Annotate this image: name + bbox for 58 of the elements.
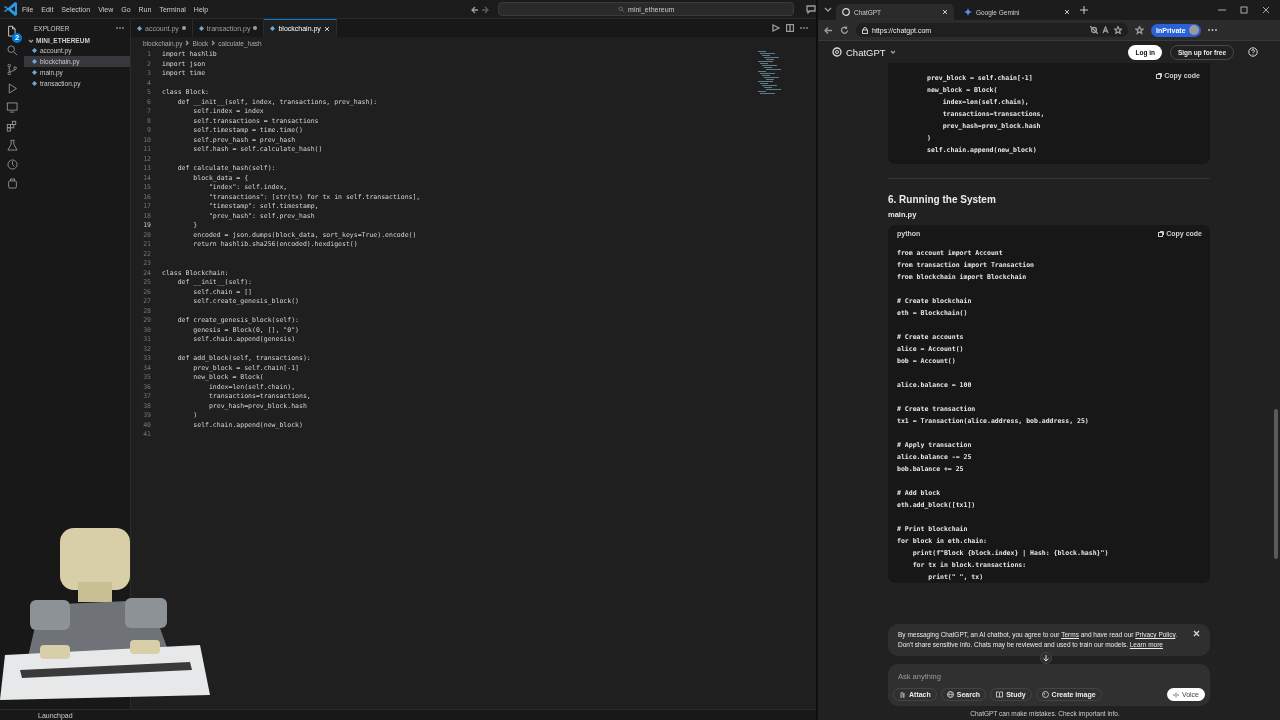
- more-icon[interactable]: [116, 25, 124, 31]
- model-switcher[interactable]: ChatGPT: [846, 46, 886, 58]
- chat-icon[interactable]: [806, 4, 816, 14]
- book-icon: [996, 691, 1004, 698]
- run-icon[interactable]: [772, 24, 780, 32]
- arrow-down-icon: [1043, 654, 1049, 662]
- new-tab-icon[interactable]: [1080, 6, 1088, 14]
- minimize-icon[interactable]: [1218, 6, 1226, 14]
- python-file-icon: [32, 70, 37, 75]
- flask-icon[interactable]: [5, 139, 19, 152]
- python-file-icon: [137, 25, 142, 31]
- chevron-icon: [28, 37, 34, 44]
- scrollbar-thumb[interactable]: [1274, 409, 1278, 559]
- python-file-icon: [270, 26, 276, 31]
- back-arrow-icon[interactable]: [824, 25, 833, 35]
- python-file-icon: [32, 81, 37, 86]
- star-icon[interactable]: [1114, 26, 1122, 34]
- extensions-icon[interactable]: [5, 120, 19, 133]
- unsaved-dot: [253, 26, 258, 30]
- split-editor-icon[interactable]: [786, 24, 794, 32]
- paperclip-icon: [899, 691, 906, 698]
- python-file-icon: [198, 25, 204, 31]
- close-icon[interactable]: [942, 9, 948, 15]
- back-arrow-icon[interactable]: [470, 4, 480, 14]
- sparkle-icon: [964, 8, 972, 16]
- section-heading: 6. Running the System: [888, 194, 997, 205]
- avatar-icon: [1188, 25, 1199, 35]
- copy-icon: [1156, 72, 1163, 79]
- close-icon[interactable]: [323, 25, 330, 32]
- help-icon[interactable]: [1248, 47, 1258, 57]
- more-icon[interactable]: [1207, 28, 1217, 32]
- unsaved-dot: [181, 26, 186, 30]
- files-icon[interactable]: [5, 25, 19, 38]
- branch-icon[interactable]: [5, 63, 19, 76]
- waveform-icon: [1172, 691, 1179, 698]
- chevron-icon: [211, 40, 216, 46]
- clock-icon[interactable]: [5, 158, 19, 171]
- chevron-icon[interactable]: [889, 50, 896, 54]
- more-icon[interactable]: [800, 25, 808, 31]
- globe-icon: [946, 691, 954, 698]
- read-aloud-icon[interactable]: [1102, 26, 1110, 34]
- tracking-icon[interactable]: [1090, 26, 1098, 34]
- python-file-icon: [32, 59, 37, 64]
- lock-icon: [862, 26, 868, 34]
- monitor-icon[interactable]: [5, 101, 19, 114]
- chevron-icon: [185, 40, 190, 46]
- close-icon[interactable]: [1064, 9, 1070, 15]
- favorites-icon[interactable]: [1135, 25, 1144, 35]
- refresh-icon[interactable]: [840, 25, 849, 35]
- vscode-logo-icon: [4, 1, 17, 17]
- python-file-icon: [32, 48, 37, 53]
- copy-icon: [1158, 230, 1165, 237]
- maximize-icon[interactable]: [1240, 6, 1248, 14]
- search-icon[interactable]: [5, 44, 19, 57]
- close-icon[interactable]: [1262, 6, 1270, 14]
- search-icon: [618, 5, 626, 13]
- tab-list-icon[interactable]: [824, 7, 832, 13]
- scroll-down-button[interactable]: [1040, 652, 1052, 664]
